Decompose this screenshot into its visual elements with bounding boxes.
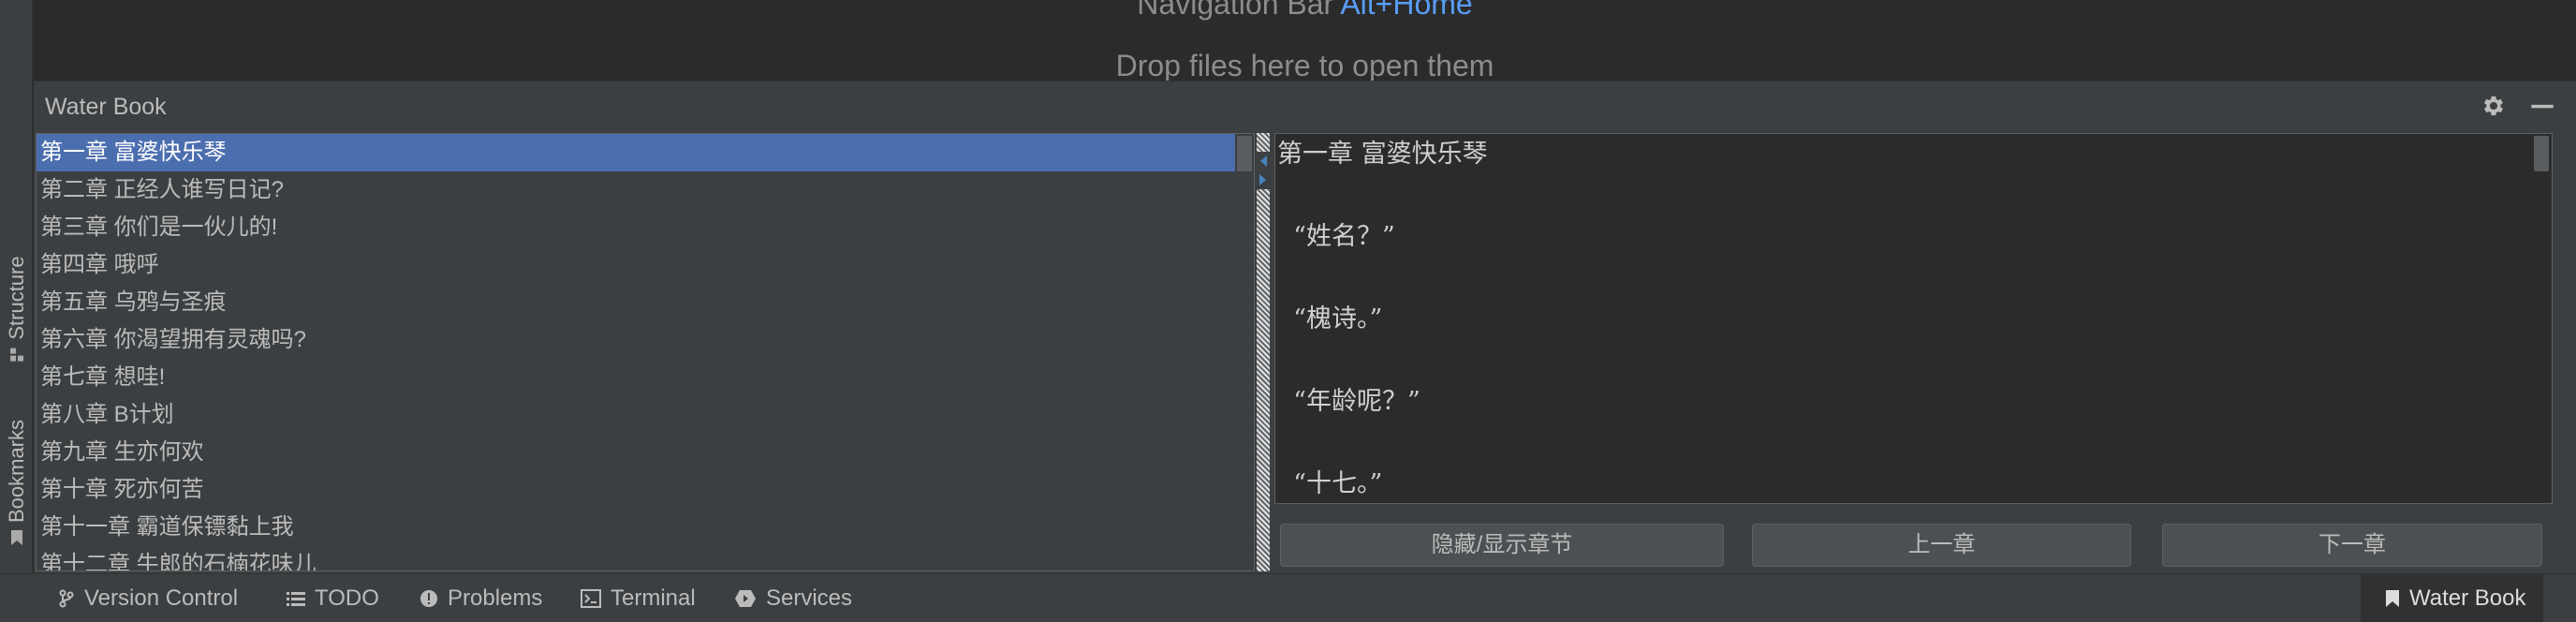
list-icon bbox=[287, 592, 305, 606]
bookmarks-tab[interactable]: Bookmarks bbox=[0, 403, 33, 562]
chapter-list-item[interactable]: 第十一章 霸道保镖黏上我 bbox=[37, 509, 1254, 546]
chapter-list-item[interactable]: 第十二章 牛郎的石楠花味儿 bbox=[37, 546, 1254, 570]
content-line: 第一章 富婆快乐琴 bbox=[1277, 140, 1488, 169]
tool-window-header: Water Book bbox=[34, 81, 2576, 130]
chapter-list-item[interactable]: 第六章 你渴望拥有灵魂吗? bbox=[37, 321, 1254, 359]
chapter-list-item[interactable]: 第五章 乌鸦与圣痕 bbox=[37, 284, 1254, 321]
content-line: “姓名？” bbox=[1277, 222, 1395, 251]
services-icon bbox=[735, 590, 756, 607]
todo-label: TODO bbox=[315, 585, 379, 611]
chapter-list-scrollbar[interactable] bbox=[1235, 134, 1254, 570]
content-line bbox=[1277, 177, 2552, 218]
chapter-list-item[interactable]: 第七章 想哇! bbox=[37, 359, 1254, 396]
bottom-tool-bar: Version Control TODO Problems Terminal S… bbox=[0, 573, 2576, 622]
content-line bbox=[1277, 342, 2552, 383]
next-chapter-button[interactable]: 下一章 bbox=[2162, 524, 2542, 567]
chapter-list-item[interactable]: 第四章 哦呼 bbox=[37, 246, 1254, 284]
water-book-tool-window: Water Book 第一章 富婆快乐琴 第二章 正经人谁写日记? 第三章 你们是一… bbox=[34, 81, 2576, 573]
chapter-list-item[interactable]: 第二章 正经人谁写日记? bbox=[37, 171, 1254, 209]
version-control-label: Version Control bbox=[84, 585, 239, 611]
nav-hint-shortcut: Alt+Home bbox=[1340, 0, 1473, 21]
splitter-arrows-icon[interactable] bbox=[1257, 152, 1270, 189]
water-book-tab[interactable]: Water Book bbox=[2361, 574, 2543, 622]
structure-tab[interactable]: Structure bbox=[0, 225, 33, 393]
content-line bbox=[1277, 259, 2552, 301]
chapter-scrollbar-thumb[interactable] bbox=[1237, 136, 1252, 171]
chapter-list-item[interactable]: 第三章 你们是一伙儿的! bbox=[37, 209, 1254, 246]
problems-icon bbox=[420, 590, 437, 607]
structure-icon bbox=[9, 348, 23, 362]
chapter-list-item[interactable]: 第九章 生亦何欢 bbox=[37, 434, 1254, 471]
water-book-tab-label: Water Book bbox=[2409, 585, 2526, 611]
gear-icon[interactable] bbox=[2480, 93, 2507, 119]
terminal-icon bbox=[581, 589, 601, 608]
branch-icon bbox=[59, 589, 74, 608]
bookmarks-tab-label: Bookmarks bbox=[4, 419, 28, 524]
terminal-tab[interactable]: Terminal bbox=[581, 574, 696, 622]
bookmark-icon bbox=[2386, 590, 2399, 607]
chapter-list-item[interactable]: 第十章 死亦何苦 bbox=[37, 471, 1254, 509]
chapter-list: 第一章 富婆快乐琴 第二章 正经人谁写日记? 第三章 你们是一伙儿的! 第四章 哦呼第… bbox=[36, 133, 1255, 571]
chapter-list-item[interactable]: 第一章 富婆快乐琴 bbox=[37, 134, 1254, 171]
content-scrollbar[interactable] bbox=[2531, 134, 2552, 503]
chapter-content-panel: 第一章 富婆快乐琴 “姓名？” “槐诗。” “年龄呢？” “十七。” bbox=[1274, 133, 2553, 504]
version-control-tab[interactable]: Version Control bbox=[58, 574, 238, 622]
chapter-list-item[interactable]: 第八章 B计划 bbox=[37, 396, 1254, 434]
terminal-label: Terminal bbox=[611, 585, 696, 611]
previous-chapter-button[interactable]: 上一章 bbox=[1752, 524, 2131, 567]
problems-label: Problems bbox=[448, 585, 543, 611]
content-line bbox=[1277, 424, 2552, 466]
content-line: “年龄呢？” bbox=[1277, 387, 1420, 416]
services-label: Services bbox=[766, 585, 853, 611]
minimize-icon[interactable] bbox=[2529, 93, 2555, 119]
panel-splitter[interactable] bbox=[1257, 133, 1270, 571]
bookmark-icon bbox=[10, 530, 22, 546]
nav-hint-text: Navigation Bar bbox=[1137, 0, 1334, 21]
toggle-chapters-button[interactable]: 隐藏/显示章节 bbox=[1280, 524, 1724, 567]
content-line: “槐诗。” bbox=[1277, 304, 1383, 333]
navigation-bar-hint: Navigation Bar Alt+Home bbox=[34, 0, 2576, 22]
problems-tab[interactable]: Problems bbox=[420, 574, 542, 622]
editor-empty-area: Navigation Bar Alt+Home Drop files here … bbox=[34, 0, 2576, 82]
structure-tab-label: Structure bbox=[4, 256, 28, 340]
todo-tab[interactable]: TODO bbox=[287, 574, 379, 622]
left-tool-strip: Structure Bookmarks bbox=[0, 0, 33, 573]
content-scrollbar-thumb[interactable] bbox=[2534, 136, 2549, 171]
ide-window: Structure Bookmarks Navigation Bar Alt+H… bbox=[0, 0, 2576, 622]
tool-window-title: Water Book bbox=[45, 94, 167, 120]
drop-files-hint: Drop files here to open them bbox=[1115, 49, 1494, 82]
content-line: “十七。” bbox=[1277, 469, 1383, 498]
services-tab[interactable]: Services bbox=[734, 574, 852, 622]
